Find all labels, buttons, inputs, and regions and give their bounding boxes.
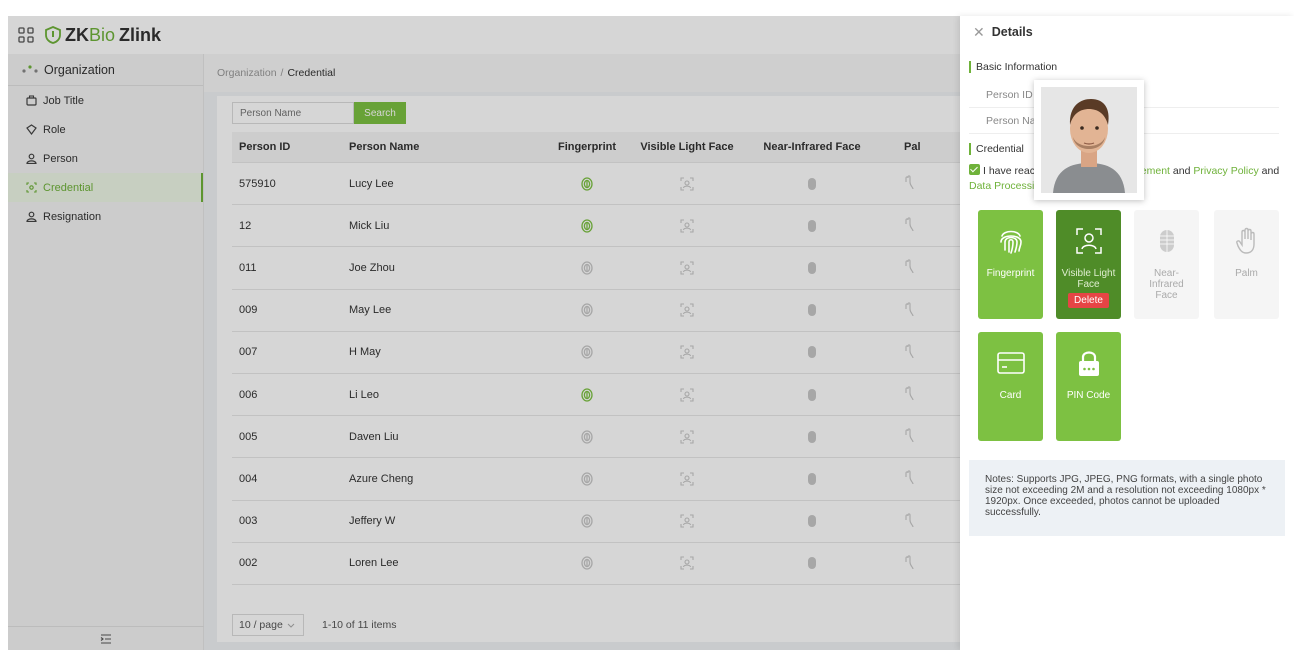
modal-overlay[interactable] xyxy=(8,16,960,650)
visible-light-face-label: Visible Light Face xyxy=(1061,268,1116,290)
face-photo-popover xyxy=(1034,80,1144,200)
agree-prefix: I have reac xyxy=(983,165,1035,177)
fingerprint-icon xyxy=(999,230,1022,254)
palm-icon xyxy=(1235,227,1255,254)
card-tile-label: Card xyxy=(999,390,1022,401)
drawer-header: ✕ Details xyxy=(960,16,1294,48)
visible-light-face-tile[interactable]: Visible Light Face Delete xyxy=(1056,210,1121,319)
drawer-title: Details xyxy=(991,25,1033,39)
palm-tile[interactable]: Palm xyxy=(1214,210,1279,319)
basic-info-title: Basic Information xyxy=(969,61,1057,73)
fingerprint-tile-label: Fingerprint xyxy=(986,268,1035,279)
face-photo-image xyxy=(1041,87,1137,193)
pin-code-tile-label: PIN Code xyxy=(1066,390,1111,401)
near-infrared-face-tile[interactable]: Near-Infrared Face xyxy=(1134,210,1199,319)
face-photo xyxy=(1041,87,1137,193)
fingerprint-tile[interactable]: Fingerprint xyxy=(978,210,1043,319)
data-processing-link[interactable]: Data Processi xyxy=(969,180,1034,192)
pin-code-tile[interactable]: PIN Code xyxy=(1056,332,1121,441)
upload-notes: Notes: Supports JPG, JPEG, PNG formats, … xyxy=(969,460,1285,536)
person-name-label: Person Na xyxy=(986,114,1036,127)
agreement-link[interactable]: ement xyxy=(1141,165,1170,177)
agreement-checkbox[interactable] xyxy=(969,164,980,175)
credential-title: Credential xyxy=(969,143,1024,155)
close-icon[interactable]: ✕ xyxy=(973,24,985,41)
delete-button[interactable]: Delete xyxy=(1068,293,1109,308)
card-icon xyxy=(996,352,1025,374)
lock-icon xyxy=(1078,351,1099,376)
near-infrared-face-icon xyxy=(1159,230,1174,252)
person-id-label: Person ID xyxy=(986,88,1033,101)
face-icon xyxy=(1075,228,1102,254)
near-infrared-face-label: Near-Infrared Face xyxy=(1149,268,1184,301)
privacy-policy-link[interactable]: Privacy Policy xyxy=(1193,165,1258,177)
palm-tile-label: Palm xyxy=(1235,268,1258,279)
card-tile[interactable]: Card xyxy=(978,332,1043,441)
agree-and-2: and xyxy=(1261,165,1280,177)
agree-and: and xyxy=(1172,165,1191,177)
